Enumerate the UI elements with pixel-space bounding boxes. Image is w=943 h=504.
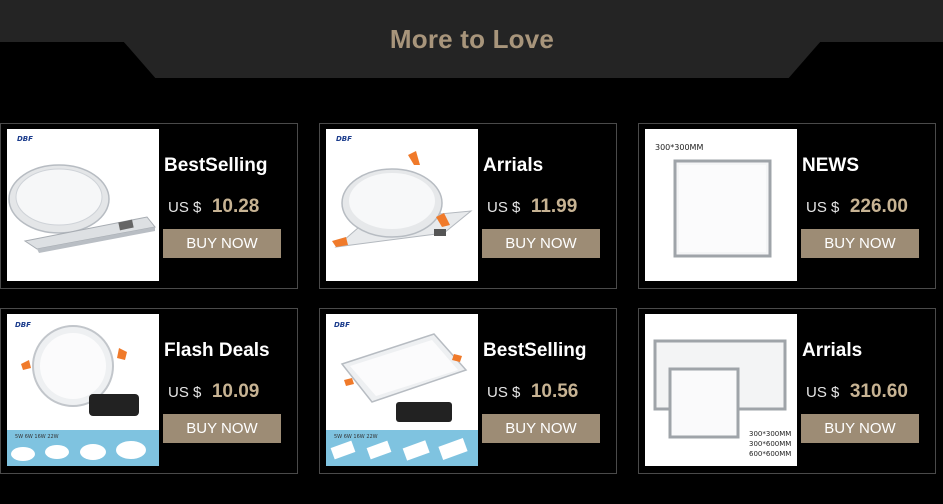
image-caption-line: 300*600MM [749, 440, 791, 448]
section-title: More to Love [389, 24, 555, 54]
price-row: US $ 10.56 [487, 381, 578, 403]
product-image-round-panel-driver[interactable]: DBF 5W 6W 16W 22W [7, 314, 159, 466]
product-card[interactable]: DBF BestSelling US $ 10.28 BUY NOW [0, 123, 298, 289]
brand-logo: DBF [17, 135, 33, 143]
product-card[interactable]: DBF 5W 6W 16W 22W BestSelling US $ 10.56… [319, 308, 617, 474]
currency-label: US $ [487, 199, 521, 216]
product-card[interactable]: DBF Arrials US $ 11.99 BUY NOW [319, 123, 617, 289]
price-row: US $ 11.99 [487, 196, 577, 218]
price-value: 310.60 [849, 381, 908, 402]
currency-label: US $ [487, 384, 521, 401]
price-row: US $ 10.28 [168, 196, 259, 218]
product-image-round-panel[interactable]: DBF [7, 129, 159, 281]
price-value: 11.99 [530, 196, 578, 217]
product-image-square-panel-driver[interactable]: DBF 5W 6W 16W 22W [326, 314, 478, 466]
price-value: 10.56 [530, 381, 579, 402]
image-caption-line: 600*600MM [749, 450, 791, 458]
image-caption: 5W 6W 16W 22W [15, 434, 59, 440]
price-value: 10.28 [211, 196, 260, 217]
product-image-round-panel-clips[interactable]: DBF [326, 129, 478, 281]
product-image-panel-sizes[interactable]: 300*300MM 300*600MM 600*600MM [645, 314, 797, 466]
product-tag: Flash Deals [164, 340, 270, 361]
brand-logo: DBF [15, 321, 31, 329]
image-caption: 5W 6W 16W 22W [334, 434, 378, 440]
price-row: US $ 226.00 [806, 196, 908, 218]
buy-now-button[interactable]: BUY NOW [482, 229, 600, 258]
currency-label: US $ [168, 199, 202, 216]
product-card[interactable]: 300*300MM NEWS US $ 226.00 BUY NOW [638, 123, 936, 289]
price-value: 226.00 [849, 196, 908, 217]
brand-logo: DBF [334, 321, 350, 329]
product-card[interactable]: 300*300MM 300*600MM 600*600MM Arrials US $… [638, 308, 936, 474]
buy-now-button[interactable]: BUY NOW [163, 229, 281, 258]
brand-logo: DBF [336, 135, 352, 143]
buy-now-button[interactable]: BUY NOW [163, 414, 281, 443]
product-tag: NEWS [802, 155, 859, 176]
image-caption: 300*300MM [655, 143, 703, 152]
buy-now-button[interactable]: BUY NOW [801, 414, 919, 443]
product-image-square-panel[interactable]: 300*300MM [645, 129, 797, 281]
section-banner: More to Love [124, 0, 820, 78]
product-tag: BestSelling [164, 155, 268, 176]
price-row: US $ 310.60 [806, 381, 908, 403]
product-tag: BestSelling [483, 340, 587, 361]
currency-label: US $ [806, 384, 840, 401]
price-value: 10.09 [211, 381, 260, 402]
currency-label: US $ [806, 199, 840, 216]
image-caption-line: 300*300MM [749, 430, 791, 438]
product-tag: Arrials [802, 340, 863, 361]
currency-label: US $ [168, 384, 202, 401]
buy-now-button[interactable]: BUY NOW [482, 414, 600, 443]
product-tag: Arrials [483, 155, 544, 176]
price-row: US $ 10.09 [168, 381, 259, 403]
product-card[interactable]: DBF 5W 6W 16W 22W Flash Deals US $ 10.09… [0, 308, 298, 474]
buy-now-button[interactable]: BUY NOW [801, 229, 919, 258]
image-caption: 300*300MM 300*600MM 600*600MM [749, 430, 791, 458]
